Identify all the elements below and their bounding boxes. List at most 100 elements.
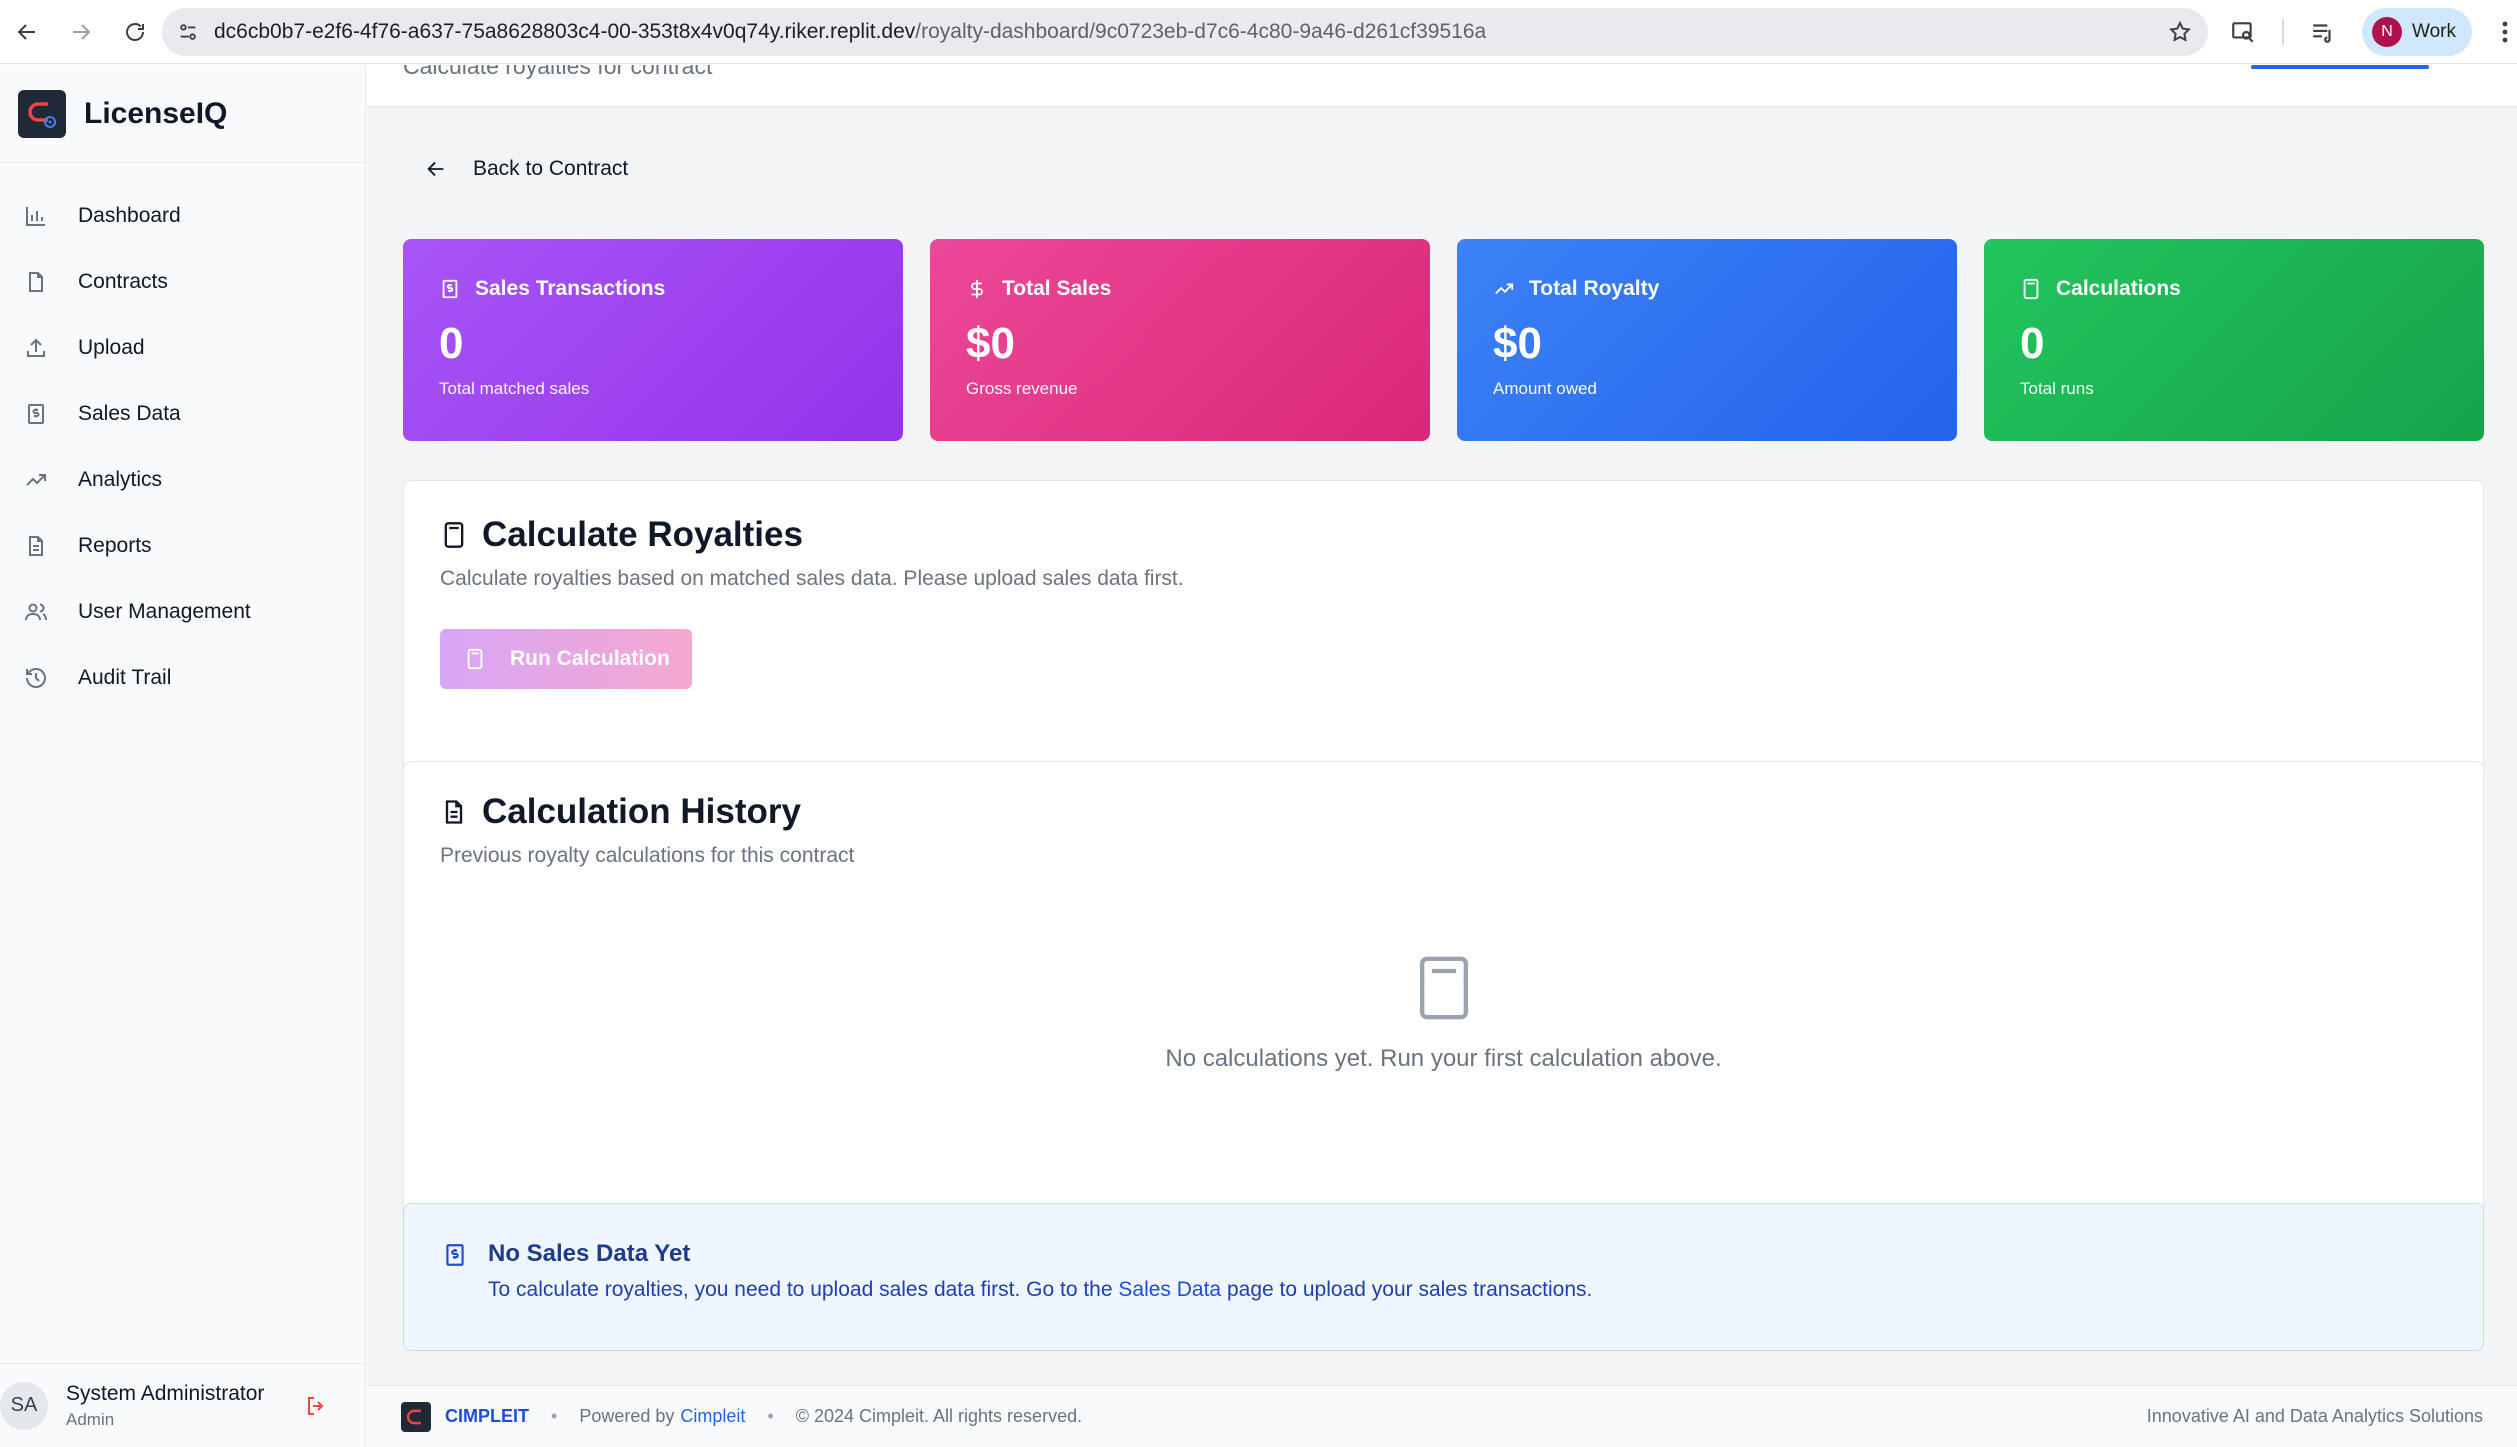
calculator-icon xyxy=(444,522,464,548)
profile-avatar: N xyxy=(2372,17,2402,47)
notice-title: No Sales Data Yet xyxy=(488,1240,691,1267)
sidebar-item-label: Dashboard xyxy=(78,204,181,227)
trending-up-icon xyxy=(24,468,48,492)
sidebar-item-dashboard[interactable]: Dashboard xyxy=(0,183,365,249)
logout-icon[interactable] xyxy=(304,1394,328,1418)
card-title: Calculate Royalties xyxy=(482,515,803,554)
sidebar-item-label: User Management xyxy=(78,600,251,623)
stat-card-calculations: Calculations 0 Total runs xyxy=(1984,239,2484,441)
stat-value: 0 xyxy=(439,319,464,368)
sidebar-nav: Dashboard Contracts Upload Sales Data An… xyxy=(0,163,365,711)
profile-chip[interactable]: N Work xyxy=(2362,8,2472,56)
lens-search-icon[interactable] xyxy=(2222,11,2264,53)
address-bar[interactable]: dc6cb0b7-e2f6-4f76-a637-75a8628803c4-00-… xyxy=(162,8,2208,56)
stat-title: Calculations xyxy=(2056,277,2181,300)
user-role: Admin xyxy=(66,1409,115,1429)
card-title: Calculation History xyxy=(482,792,801,831)
file-icon xyxy=(24,270,48,294)
site-info-icon[interactable] xyxy=(162,21,214,43)
sidebar-item-sales-data[interactable]: Sales Data xyxy=(0,381,365,447)
run-calculation-label: Run Calculation xyxy=(510,647,670,670)
dollar-sign-icon xyxy=(971,279,983,299)
stat-title: Sales Transactions xyxy=(475,277,666,300)
sidebar-item-label: Sales Data xyxy=(78,402,181,425)
media-queue-icon[interactable] xyxy=(2302,11,2344,53)
sidebar-item-upload[interactable]: Upload xyxy=(0,315,365,381)
notice-text-after: page to upload your sales transactions. xyxy=(1226,1278,1593,1301)
licenseiq-logo-icon xyxy=(18,89,66,138)
stat-card-total-royalty: Total Royalty $0 Amount owed xyxy=(1457,239,1957,441)
stat-card-sales-transactions: Sales Transactions 0 Total matched sales xyxy=(403,239,903,441)
toolbar-divider xyxy=(2282,19,2284,45)
browser-toolbar: dc6cb0b7-e2f6-4f76-a637-75a8628803c4-00-… xyxy=(0,0,2517,64)
history-icon xyxy=(24,666,48,690)
footer-brand[interactable]: CIMPLEIT xyxy=(445,1406,529,1427)
url-text: dc6cb0b7-e2f6-4f76-a637-75a8628803c4-00-… xyxy=(214,20,1487,43)
cimpleit-logo-icon xyxy=(401,1401,431,1432)
stat-title: Total Royalty xyxy=(1529,277,1660,300)
calculator-icon xyxy=(2023,278,2039,300)
users-icon xyxy=(24,600,48,624)
stat-subtitle: Gross revenue xyxy=(966,379,1078,398)
notice-text-before: To calculate royalties, you need to uplo… xyxy=(488,1278,1113,1301)
powered-by-text: Powered by xyxy=(579,1406,675,1426)
arrow-left-icon xyxy=(427,161,444,177)
page-header: Calculate royalties for contract xyxy=(367,65,2517,107)
stat-card-total-sales: Total Sales $0 Gross revenue xyxy=(930,239,1430,441)
sidebar-item-user-management[interactable]: User Management xyxy=(0,579,365,645)
cimpleit-link[interactable]: Cimpleit xyxy=(680,1406,745,1427)
receipt-icon xyxy=(24,402,48,426)
stat-value: 0 xyxy=(2020,319,2045,368)
receipt-icon xyxy=(442,279,458,299)
notice-text: To calculate royalties, you need to uplo… xyxy=(488,1278,1592,1302)
page-subtitle: Calculate royalties for contract xyxy=(403,65,713,79)
stat-value: $0 xyxy=(966,319,1015,368)
receipt-icon xyxy=(442,1242,468,1268)
sidebar-item-audit-trail[interactable]: Audit Trail xyxy=(0,645,365,711)
profile-label: Work xyxy=(2412,21,2456,42)
header-action-button[interactable] xyxy=(2251,65,2429,69)
sales-data-link[interactable]: Sales Data xyxy=(1118,1278,1221,1301)
card-description: Previous royalty calculations for this c… xyxy=(440,844,855,867)
forward-arrow-icon[interactable] xyxy=(54,5,108,59)
avatar: SA xyxy=(0,1381,48,1430)
calculate-royalties-card: Calculate Royalties Calculate royalties … xyxy=(403,480,2484,790)
sidebar-item-label: Upload xyxy=(78,336,145,359)
user-profile: SA System Administrator Admin xyxy=(0,1363,365,1447)
back-to-contract-link[interactable]: Back to Contract xyxy=(425,157,628,181)
back-link-label: Back to Contract xyxy=(473,157,629,180)
stat-subtitle: Total runs xyxy=(2020,379,2094,398)
reload-icon[interactable] xyxy=(108,5,162,59)
sidebar-item-label: Audit Trail xyxy=(78,666,172,689)
trending-up-icon xyxy=(1495,283,1514,295)
sidebar-item-label: Contracts xyxy=(78,270,168,293)
sidebar-item-reports[interactable]: Reports xyxy=(0,513,365,579)
app-name: LicenseIQ xyxy=(84,96,228,130)
file-text-icon xyxy=(445,800,463,824)
brand[interactable]: LicenseIQ xyxy=(0,65,365,163)
copyright-text: © 2024 Cimpleit. All rights reserved. xyxy=(795,1406,1083,1426)
no-sales-data-notice: No Sales Data Yet To calculate royalties… xyxy=(403,1203,2484,1351)
empty-state-message: No calculations yet. Run your first calc… xyxy=(1165,1045,1722,1072)
sidebar-item-contracts[interactable]: Contracts xyxy=(0,249,365,315)
calculation-history-card: Calculation History Previous royalty cal… xyxy=(403,761,2484,1232)
back-arrow-icon[interactable] xyxy=(0,5,54,59)
run-calculation-button[interactable]: Run Calculation xyxy=(440,629,692,689)
main-content: Calculate royalties for contract Back to… xyxy=(367,65,2517,1447)
sidebar-item-analytics[interactable]: Analytics xyxy=(0,447,365,513)
card-description: Calculate royalties based on matched sal… xyxy=(440,567,1184,590)
sidebar-item-label: Analytics xyxy=(78,468,163,491)
bar-chart-icon xyxy=(24,204,48,228)
footer-tagline: Innovative AI and Data Analytics Solutio… xyxy=(2146,1406,2483,1426)
stat-title: Total Sales xyxy=(1002,277,1112,300)
footer-separator: • xyxy=(551,1406,558,1426)
footer-separator: • xyxy=(767,1406,774,1426)
sidebar: LicenseIQ Dashboard Contracts Upload Sal… xyxy=(0,65,366,1447)
bookmark-star-icon[interactable] xyxy=(2168,20,2192,44)
sidebar-item-label: Reports xyxy=(78,534,152,557)
browser-menu-icon[interactable] xyxy=(2490,8,2517,56)
calculator-icon xyxy=(1419,956,1468,1020)
user-name: System Administrator xyxy=(66,1381,265,1405)
upload-icon xyxy=(24,336,48,360)
stat-subtitle: Amount owed xyxy=(1493,379,1597,398)
